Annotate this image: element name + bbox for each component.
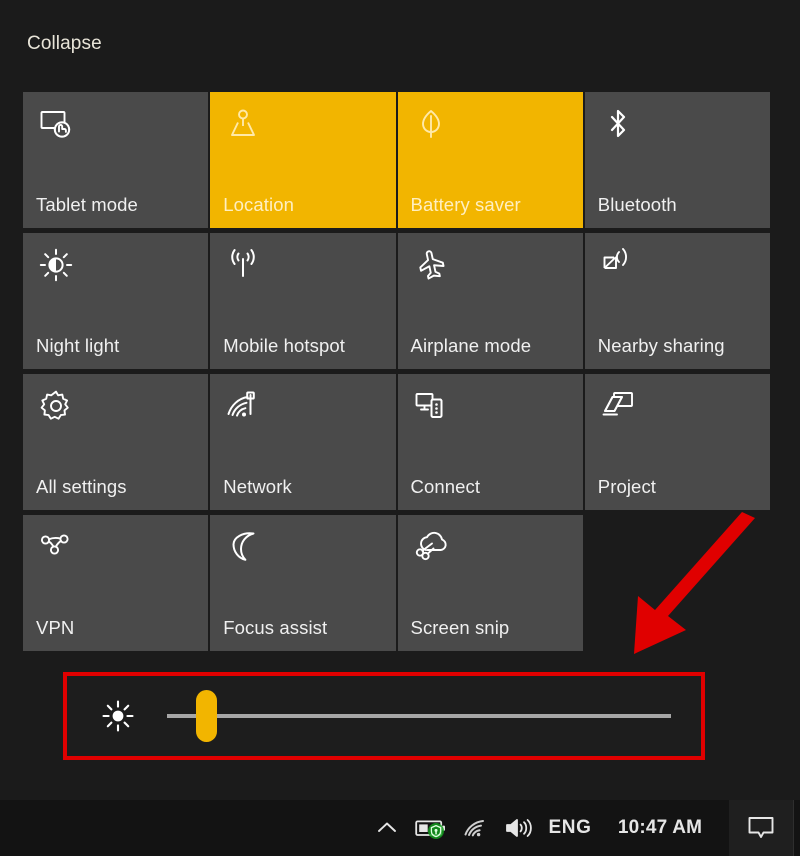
project-icon xyxy=(598,386,638,426)
battery-with-security-shield-icon[interactable] xyxy=(409,800,455,856)
quick-action-tile-connect[interactable]: Connect xyxy=(397,374,583,510)
bluetooth-icon xyxy=(598,104,638,144)
quick-action-tile-label: Nearby sharing xyxy=(597,335,725,356)
quick-action-tile-empty xyxy=(585,515,770,651)
show-desktop-strip[interactable] xyxy=(793,800,800,856)
quick-action-tile-battery-saver[interactable]: Battery saver xyxy=(397,92,583,228)
quick-action-tile-label: Location xyxy=(223,194,294,215)
collapse-button[interactable]: Collapse xyxy=(27,33,102,55)
quick-action-tile-night-light[interactable]: Night light xyxy=(23,233,209,369)
brightness-slider[interactable] xyxy=(167,690,671,742)
connect-icon xyxy=(411,386,451,426)
quick-action-tile-label: Project xyxy=(597,476,657,497)
quick-action-tile-screen-snip[interactable]: Screen snip xyxy=(397,515,583,651)
quick-action-tile-nearby-sharing[interactable]: Nearby sharing xyxy=(584,233,770,369)
brightness-slider-row[interactable] xyxy=(63,672,705,760)
quick-action-tile-mobile-hotspot[interactable]: Mobile hotspot xyxy=(210,233,396,369)
tablet-mode-icon xyxy=(36,104,76,144)
location-icon xyxy=(223,104,263,144)
quick-action-tile-label: Connect xyxy=(410,476,481,497)
gear-icon xyxy=(36,386,76,426)
vpn-icon xyxy=(36,527,76,567)
quick-actions-grid: Tablet mode Location Battery saver Bluet… xyxy=(23,92,770,651)
quick-action-tile-airplane-mode[interactable]: Airplane mode xyxy=(397,233,583,369)
quick-action-tile-vpn[interactable]: VPN xyxy=(23,515,209,651)
night-light-icon xyxy=(36,245,76,285)
quick-action-tile-label: Screen snip xyxy=(410,617,510,638)
brightness-slider-track[interactable] xyxy=(167,714,671,718)
screen-snip-icon xyxy=(411,527,451,567)
quick-action-tile-label: Bluetooth xyxy=(597,194,677,215)
quick-action-tile-network[interactable]: Network xyxy=(210,374,396,510)
battery-saver-icon xyxy=(411,104,451,144)
quick-action-tile-all-settings[interactable]: All settings xyxy=(23,374,209,510)
mobile-hotspot-icon xyxy=(223,245,263,285)
quick-action-tile-label: Airplane mode xyxy=(410,335,532,356)
action-center-panel: Collapse Tablet mode Location Battery sa… xyxy=(0,0,800,800)
speaker-volume-icon[interactable] xyxy=(497,800,541,856)
brightness-icon xyxy=(97,695,139,737)
quick-action-tile-bluetooth[interactable]: Bluetooth xyxy=(584,92,770,228)
quick-action-tile-focus-assist[interactable]: Focus assist xyxy=(210,515,396,651)
quick-action-tile-label: Night light xyxy=(36,335,120,356)
airplane-mode-icon xyxy=(411,245,451,285)
language-indicator[interactable]: ENG xyxy=(541,800,599,856)
quick-action-tile-label: Tablet mode xyxy=(36,194,138,215)
quick-action-tile-label: All settings xyxy=(36,476,127,497)
clock[interactable]: 10:47 AM xyxy=(599,800,721,856)
quick-action-tile-project[interactable]: Project xyxy=(584,374,770,510)
brightness-slider-thumb[interactable] xyxy=(195,690,217,742)
wifi-icon[interactable] xyxy=(455,800,497,856)
quick-action-tile-label: Focus assist xyxy=(223,617,328,638)
quick-action-tile-label: Network xyxy=(223,476,292,497)
quick-action-tile-label: VPN xyxy=(36,617,75,638)
quick-action-tile-label: Mobile hotspot xyxy=(223,335,345,356)
quick-action-tile-location[interactable]: Location xyxy=(210,92,396,228)
nearby-sharing-icon xyxy=(598,245,638,285)
screenshot-root: Collapse Tablet mode Location Battery sa… xyxy=(0,0,800,856)
action-center-button[interactable] xyxy=(729,800,793,856)
quick-action-tile-tablet-mode[interactable]: Tablet mode xyxy=(23,92,209,228)
chevron-up-icon[interactable] xyxy=(365,800,409,856)
taskbar: ENG 10:47 AM xyxy=(0,800,800,856)
moon-icon xyxy=(223,527,263,567)
network-icon xyxy=(223,386,263,426)
quick-action-tile-label: Battery saver xyxy=(410,194,521,215)
